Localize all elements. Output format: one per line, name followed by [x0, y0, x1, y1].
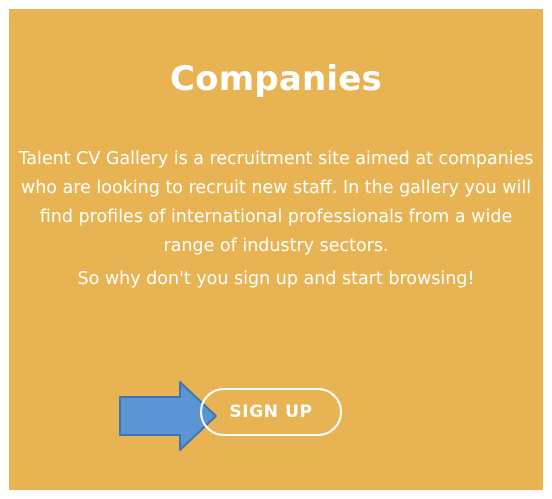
description-paragraph: Talent CV Gallery is a recruitment site … [18, 149, 534, 256]
panel-description: Talent CV Gallery is a recruitment site … [17, 145, 535, 294]
call-to-action-text: So why don't you sign up and start brows… [77, 269, 475, 289]
panel-title: Companies [170, 59, 382, 99]
sign-up-button[interactable]: SIGN UP [200, 388, 342, 436]
